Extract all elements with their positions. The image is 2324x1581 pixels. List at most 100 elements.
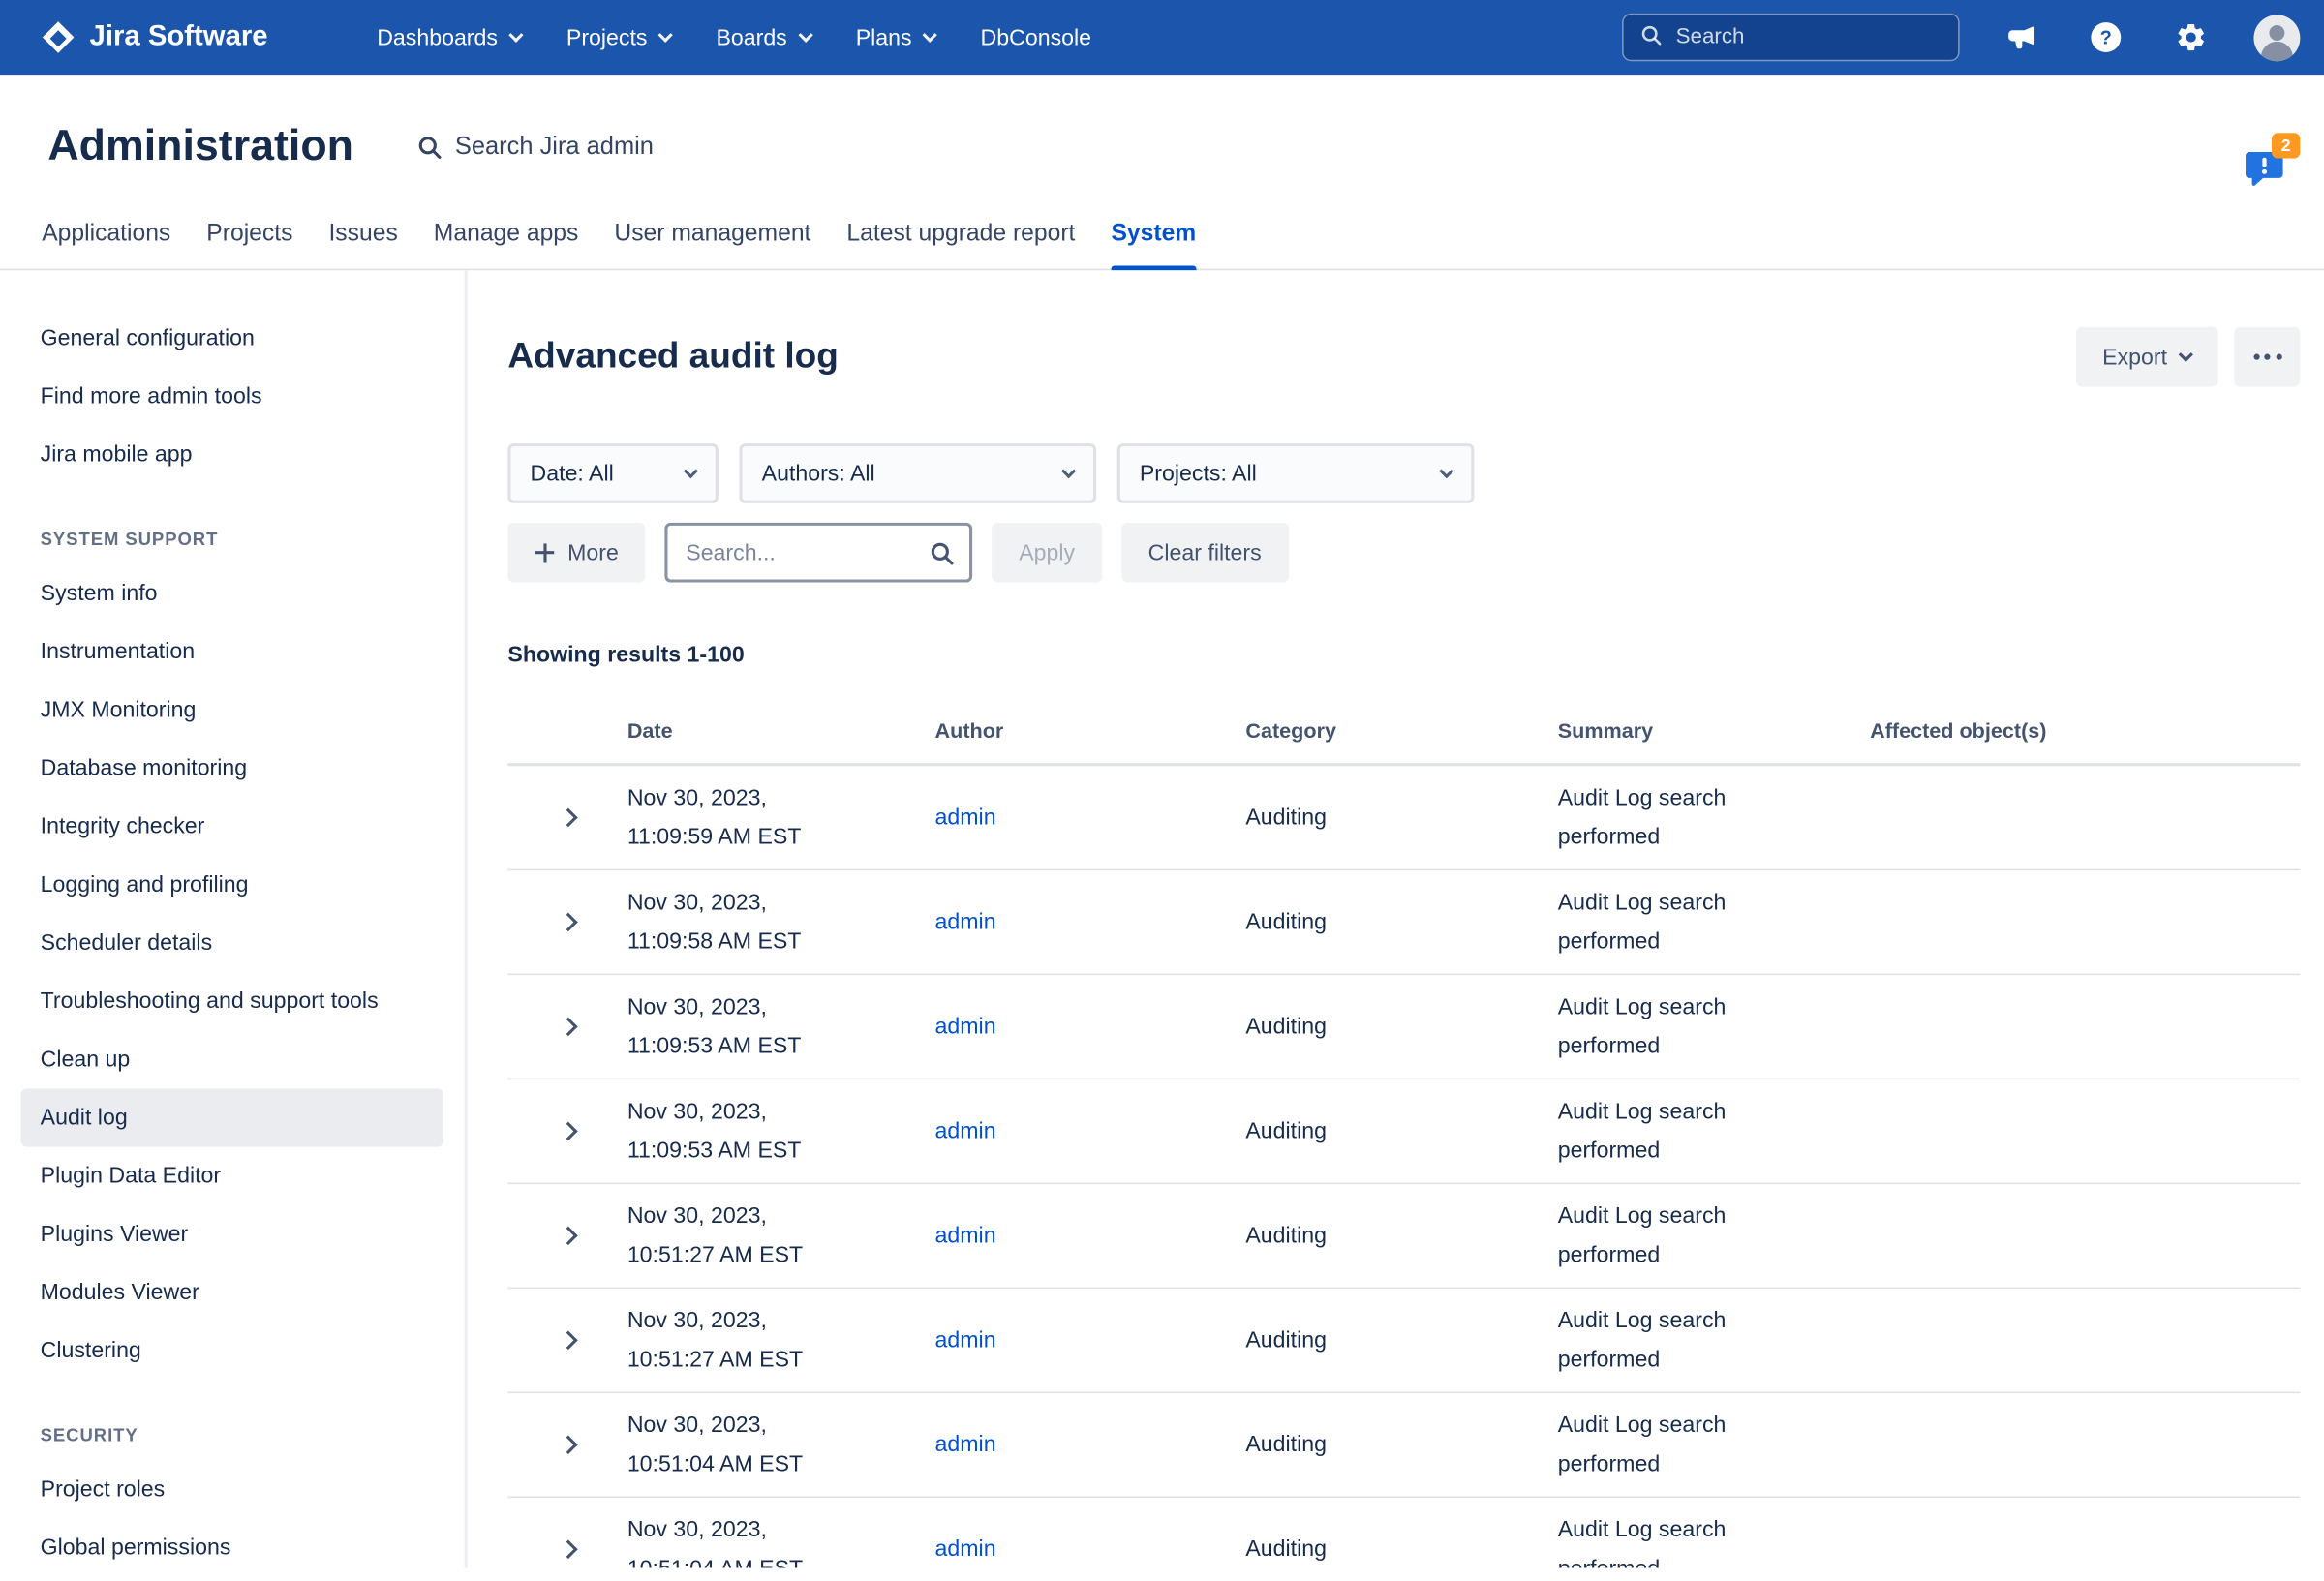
nav-item-dashboards[interactable]: Dashboards bbox=[354, 0, 544, 75]
user-avatar[interactable] bbox=[2254, 15, 2301, 61]
author-link[interactable]: admin bbox=[935, 909, 996, 934]
tab-manage-apps[interactable]: Manage apps bbox=[415, 201, 596, 268]
expand-row-icon[interactable] bbox=[558, 913, 577, 932]
search-icon bbox=[1640, 23, 1663, 51]
primary-nav: Dashboards Projects Boards Plans DbConsole bbox=[354, 0, 1114, 75]
sidebar-item-plugins-viewer[interactable]: Plugins Viewer bbox=[21, 1205, 444, 1263]
cell-summary: Audit Log search performed bbox=[1558, 1406, 1870, 1483]
sidebar-item-modules-viewer[interactable]: Modules Viewer bbox=[21, 1263, 444, 1322]
sidebar-item-database-monitoring[interactable]: Database monitoring bbox=[21, 739, 444, 797]
sidebar-item-global-permissions[interactable]: Global permissions bbox=[21, 1519, 444, 1568]
apply-button[interactable]: Apply bbox=[992, 523, 1101, 583]
sidebar-item-project-roles[interactable]: Project roles bbox=[21, 1460, 444, 1518]
admin-tabs: ApplicationsProjectsIssuesManage appsUse… bbox=[0, 201, 2324, 270]
header-actions: Export bbox=[2075, 327, 2300, 387]
sidebar-item-logging-and-profiling[interactable]: Logging and profiling bbox=[21, 856, 444, 914]
authors-filter-select[interactable]: Authors: All bbox=[739, 443, 1096, 503]
author-link[interactable]: admin bbox=[935, 1118, 996, 1143]
announcement-icon[interactable] bbox=[1999, 15, 2043, 59]
cell-category: Auditing bbox=[1245, 1111, 1557, 1150]
tab-issues[interactable]: Issues bbox=[311, 201, 415, 268]
expand-row-icon[interactable] bbox=[558, 1539, 577, 1559]
global-search-placeholder: Search bbox=[1676, 25, 1745, 49]
nav-item-projects[interactable]: Projects bbox=[544, 0, 694, 75]
chevron-down-icon bbox=[1061, 464, 1076, 478]
sidebar-item-jira-mobile-app[interactable]: Jira mobile app bbox=[21, 426, 444, 484]
nav-item-label: DbConsole bbox=[981, 24, 1091, 49]
jira-home-link[interactable]: Jira Software bbox=[39, 18, 267, 57]
sidebar-item-clean-up[interactable]: Clean up bbox=[21, 1030, 444, 1088]
time-line: 10:51:27 AM EST bbox=[627, 1340, 935, 1379]
date-line: Nov 30, 2023, bbox=[627, 1197, 935, 1235]
sidebar-item-general-configuration[interactable]: General configuration bbox=[21, 309, 444, 367]
global-search-input[interactable]: Search bbox=[1622, 14, 1960, 61]
audit-log-row: Nov 30, 2023,10:51:27 AM ESTadminAuditin… bbox=[507, 1289, 2300, 1393]
cell-author: admin bbox=[935, 1530, 1246, 1567]
cell-date: Nov 30, 2023,11:09:53 AM EST bbox=[627, 988, 935, 1065]
expand-row-icon[interactable] bbox=[558, 1122, 577, 1141]
audit-log-row: Nov 30, 2023,11:09:53 AM ESTadmin Auditin… bbox=[507, 975, 2300, 1079]
export-button[interactable]: Export bbox=[2075, 327, 2217, 387]
sidebar-item-system-info[interactable]: System info bbox=[21, 564, 444, 623]
sidebar-item-troubleshooting-and-support-tools[interactable]: Troubleshooting and support tools bbox=[21, 972, 444, 1030]
chevron-down-icon bbox=[923, 27, 937, 42]
cell-author: admin bbox=[935, 1216, 1246, 1255]
time-line: 11:09:59 AM EST bbox=[627, 817, 935, 856]
expand-row-icon[interactable] bbox=[558, 1331, 577, 1351]
main-content: Advanced audit log Export Date: All bbox=[468, 270, 2324, 1567]
sidebar-item-audit-log[interactable]: Audit log bbox=[21, 1088, 444, 1146]
nav-item-boards[interactable]: Boards bbox=[693, 0, 833, 75]
settings-gear-icon[interactable] bbox=[2169, 15, 2214, 59]
sidebar-section-system-support: SYSTEM SUPPORT bbox=[41, 529, 424, 550]
admin-search-link[interactable]: Search Jira admin bbox=[416, 133, 654, 161]
author-link[interactable]: admin bbox=[935, 1222, 996, 1247]
help-icon[interactable]: ? bbox=[2084, 15, 2128, 59]
projects-filter-select[interactable]: Projects: All bbox=[1117, 443, 1475, 503]
date-filter-select[interactable]: Date: All bbox=[507, 443, 718, 503]
more-filters-button[interactable]: More bbox=[507, 523, 645, 583]
tab-latest-upgrade-report[interactable]: Latest upgrade report bbox=[829, 201, 1093, 268]
brand-name: Jira Software bbox=[90, 21, 268, 54]
cell-category: Auditing bbox=[1245, 1216, 1557, 1255]
sidebar-item-scheduler-details[interactable]: Scheduler details bbox=[21, 914, 444, 972]
nav-item-dbconsole[interactable]: DbConsole bbox=[958, 0, 1114, 75]
sidebar-item-plugin-data-editor[interactable]: Plugin Data Editor bbox=[21, 1147, 444, 1205]
tab-user-management[interactable]: User management bbox=[596, 201, 829, 268]
nav-item-label: Projects bbox=[566, 24, 648, 49]
tab-applications[interactable]: Applications bbox=[24, 201, 189, 268]
sidebar-item-jmx-monitoring[interactable]: JMX Monitoring bbox=[21, 681, 444, 739]
feedback-widget[interactable]: 2 bbox=[2241, 146, 2288, 191]
tab-projects[interactable]: Projects bbox=[189, 201, 311, 268]
more-options-button[interactable] bbox=[2234, 327, 2300, 387]
date-line: Nov 30, 2023, bbox=[627, 883, 935, 922]
cell-summary: Audit Log search performed bbox=[1558, 1197, 1870, 1274]
expand-row-icon[interactable] bbox=[558, 1018, 577, 1037]
tab-system[interactable]: System bbox=[1093, 201, 1214, 268]
nav-item-label: Plans bbox=[856, 24, 912, 49]
sidebar-item-instrumentation[interactable]: Instrumentation bbox=[21, 623, 444, 681]
sidebar-item-clustering[interactable]: Clustering bbox=[21, 1322, 444, 1380]
audit-log-row: Nov 30, 2023,10:51:27 AM ESTadminAuditin… bbox=[507, 1184, 2300, 1289]
date-line: Nov 30, 2023, bbox=[627, 778, 935, 817]
audit-table-header: DateAuthorCategorySummaryAffected object… bbox=[507, 713, 2300, 767]
audit-search-field bbox=[665, 523, 973, 583]
audit-search-input[interactable] bbox=[686, 540, 917, 565]
expand-row-icon[interactable] bbox=[558, 1435, 577, 1454]
expand-row-icon[interactable] bbox=[558, 1227, 577, 1246]
nav-item-label: Boards bbox=[716, 24, 786, 49]
author-link[interactable]: admin bbox=[935, 1535, 996, 1561]
search-icon[interactable] bbox=[930, 540, 955, 565]
admin-search-label: Search Jira admin bbox=[455, 133, 654, 161]
author-link[interactable]: admin bbox=[935, 1326, 996, 1352]
author-link[interactable]: admin bbox=[935, 1431, 996, 1456]
expand-row-icon[interactable] bbox=[558, 808, 577, 828]
sidebar-item-integrity-checker[interactable]: Integrity checker bbox=[21, 798, 444, 856]
column-header-date: Date bbox=[627, 718, 935, 743]
author-link[interactable]: admin bbox=[935, 805, 996, 830]
nav-item-plans[interactable]: Plans bbox=[834, 0, 959, 75]
clear-filters-button[interactable]: Clear filters bbox=[1121, 523, 1289, 583]
date-line: Nov 30, 2023, bbox=[627, 1406, 935, 1444]
sidebar-item-find-more-admin-tools[interactable]: Find more admin tools bbox=[21, 367, 444, 425]
author-link[interactable]: admin bbox=[935, 1014, 996, 1039]
cell-category: Auditing bbox=[1245, 1007, 1557, 1046]
